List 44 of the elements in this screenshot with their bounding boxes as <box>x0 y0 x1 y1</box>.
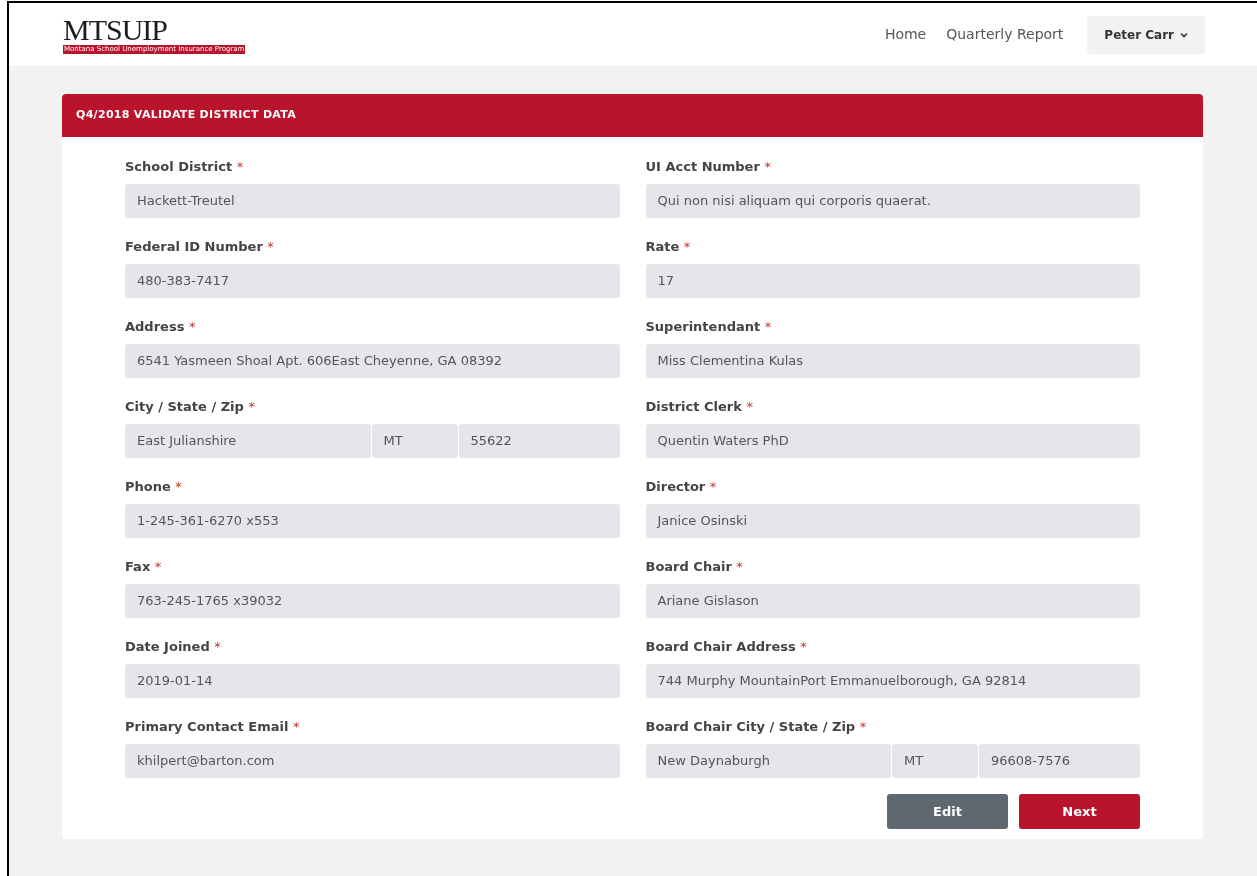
next-button[interactable]: Next <box>1019 794 1140 829</box>
field-label: City / State / Zip * <box>125 399 256 415</box>
field-label: Fax * <box>125 559 163 575</box>
field-label: Primary Contact Email * <box>125 719 301 735</box>
input-field[interactable]: Quentin Waters PhD <box>645 424 1140 458</box>
input-field[interactable]: East Julianshire <box>125 424 371 458</box>
input-field[interactable]: 96608-7576 <box>979 744 1140 778</box>
field-label: UI Acct Number * <box>645 159 772 175</box>
input-field[interactable]: 480-383-7417 <box>125 264 620 298</box>
input-field[interactable]: MT <box>371 424 458 458</box>
input-field[interactable]: 17 <box>645 264 1140 298</box>
field-label: Federal ID Number * <box>125 239 275 255</box>
input-field[interactable]: Miss Clementina Kulas <box>645 344 1140 378</box>
field-label: Board Chair * <box>645 559 744 575</box>
nav-link[interactable]: Home <box>884 24 927 45</box>
field-label: School District * <box>125 159 245 175</box>
input-field[interactable]: Hackett-Treutel <box>125 184 620 218</box>
field-label: Superintendant * <box>645 319 773 335</box>
input-field[interactable]: Qui non nisi aliquam qui corporis quaerat. <box>645 184 1140 218</box>
field-label: Address * <box>125 319 197 335</box>
input-field[interactable]: Janice Osinski <box>645 504 1140 538</box>
field-label: Rate * <box>645 239 692 255</box>
input-field[interactable]: 1-245-361-6270 x553 <box>125 504 620 538</box>
card-title: Q4/2018 VALIDATE DISTRICT DATA <box>76 107 297 124</box>
field-label: Date Joined * <box>125 639 222 655</box>
nav-link[interactable]: Quarterly Report <box>946 24 1064 45</box>
field-label: Director * <box>645 479 718 495</box>
field-label: Board Chair Address * <box>645 639 808 655</box>
input-field[interactable]: 55622 <box>458 424 620 458</box>
field-label: Phone * <box>125 479 183 495</box>
input-field[interactable]: khilpert@barton.com <box>125 744 620 778</box>
input-field[interactable]: 6541 Yasmeen Shoal Apt. 606East Cheyenne, GA 08392 <box>125 344 620 378</box>
user-menu-button[interactable]: Peter Carr <box>1087 15 1205 54</box>
field-label: District Clerk * <box>645 399 754 415</box>
logo-wordmark: MTSUIP <box>63 15 168 45</box>
edit-button[interactable]: Edit <box>887 794 1008 829</box>
input-field[interactable]: MT <box>892 744 978 778</box>
input-field[interactable]: Ariane Gislason <box>645 584 1140 618</box>
input-field[interactable]: 763-245-1765 x39032 <box>125 584 620 618</box>
field-label: Board Chair City / State / Zip * <box>645 719 868 735</box>
input-field[interactable]: 744 Murphy MountainPort Emmanuelborough, GA 92814 <box>645 664 1140 698</box>
input-field[interactable]: New Daynaburgh <box>645 744 891 778</box>
chevron-down-icon <box>1180 31 1188 38</box>
input-field[interactable]: 2019-01-14 <box>125 664 620 698</box>
